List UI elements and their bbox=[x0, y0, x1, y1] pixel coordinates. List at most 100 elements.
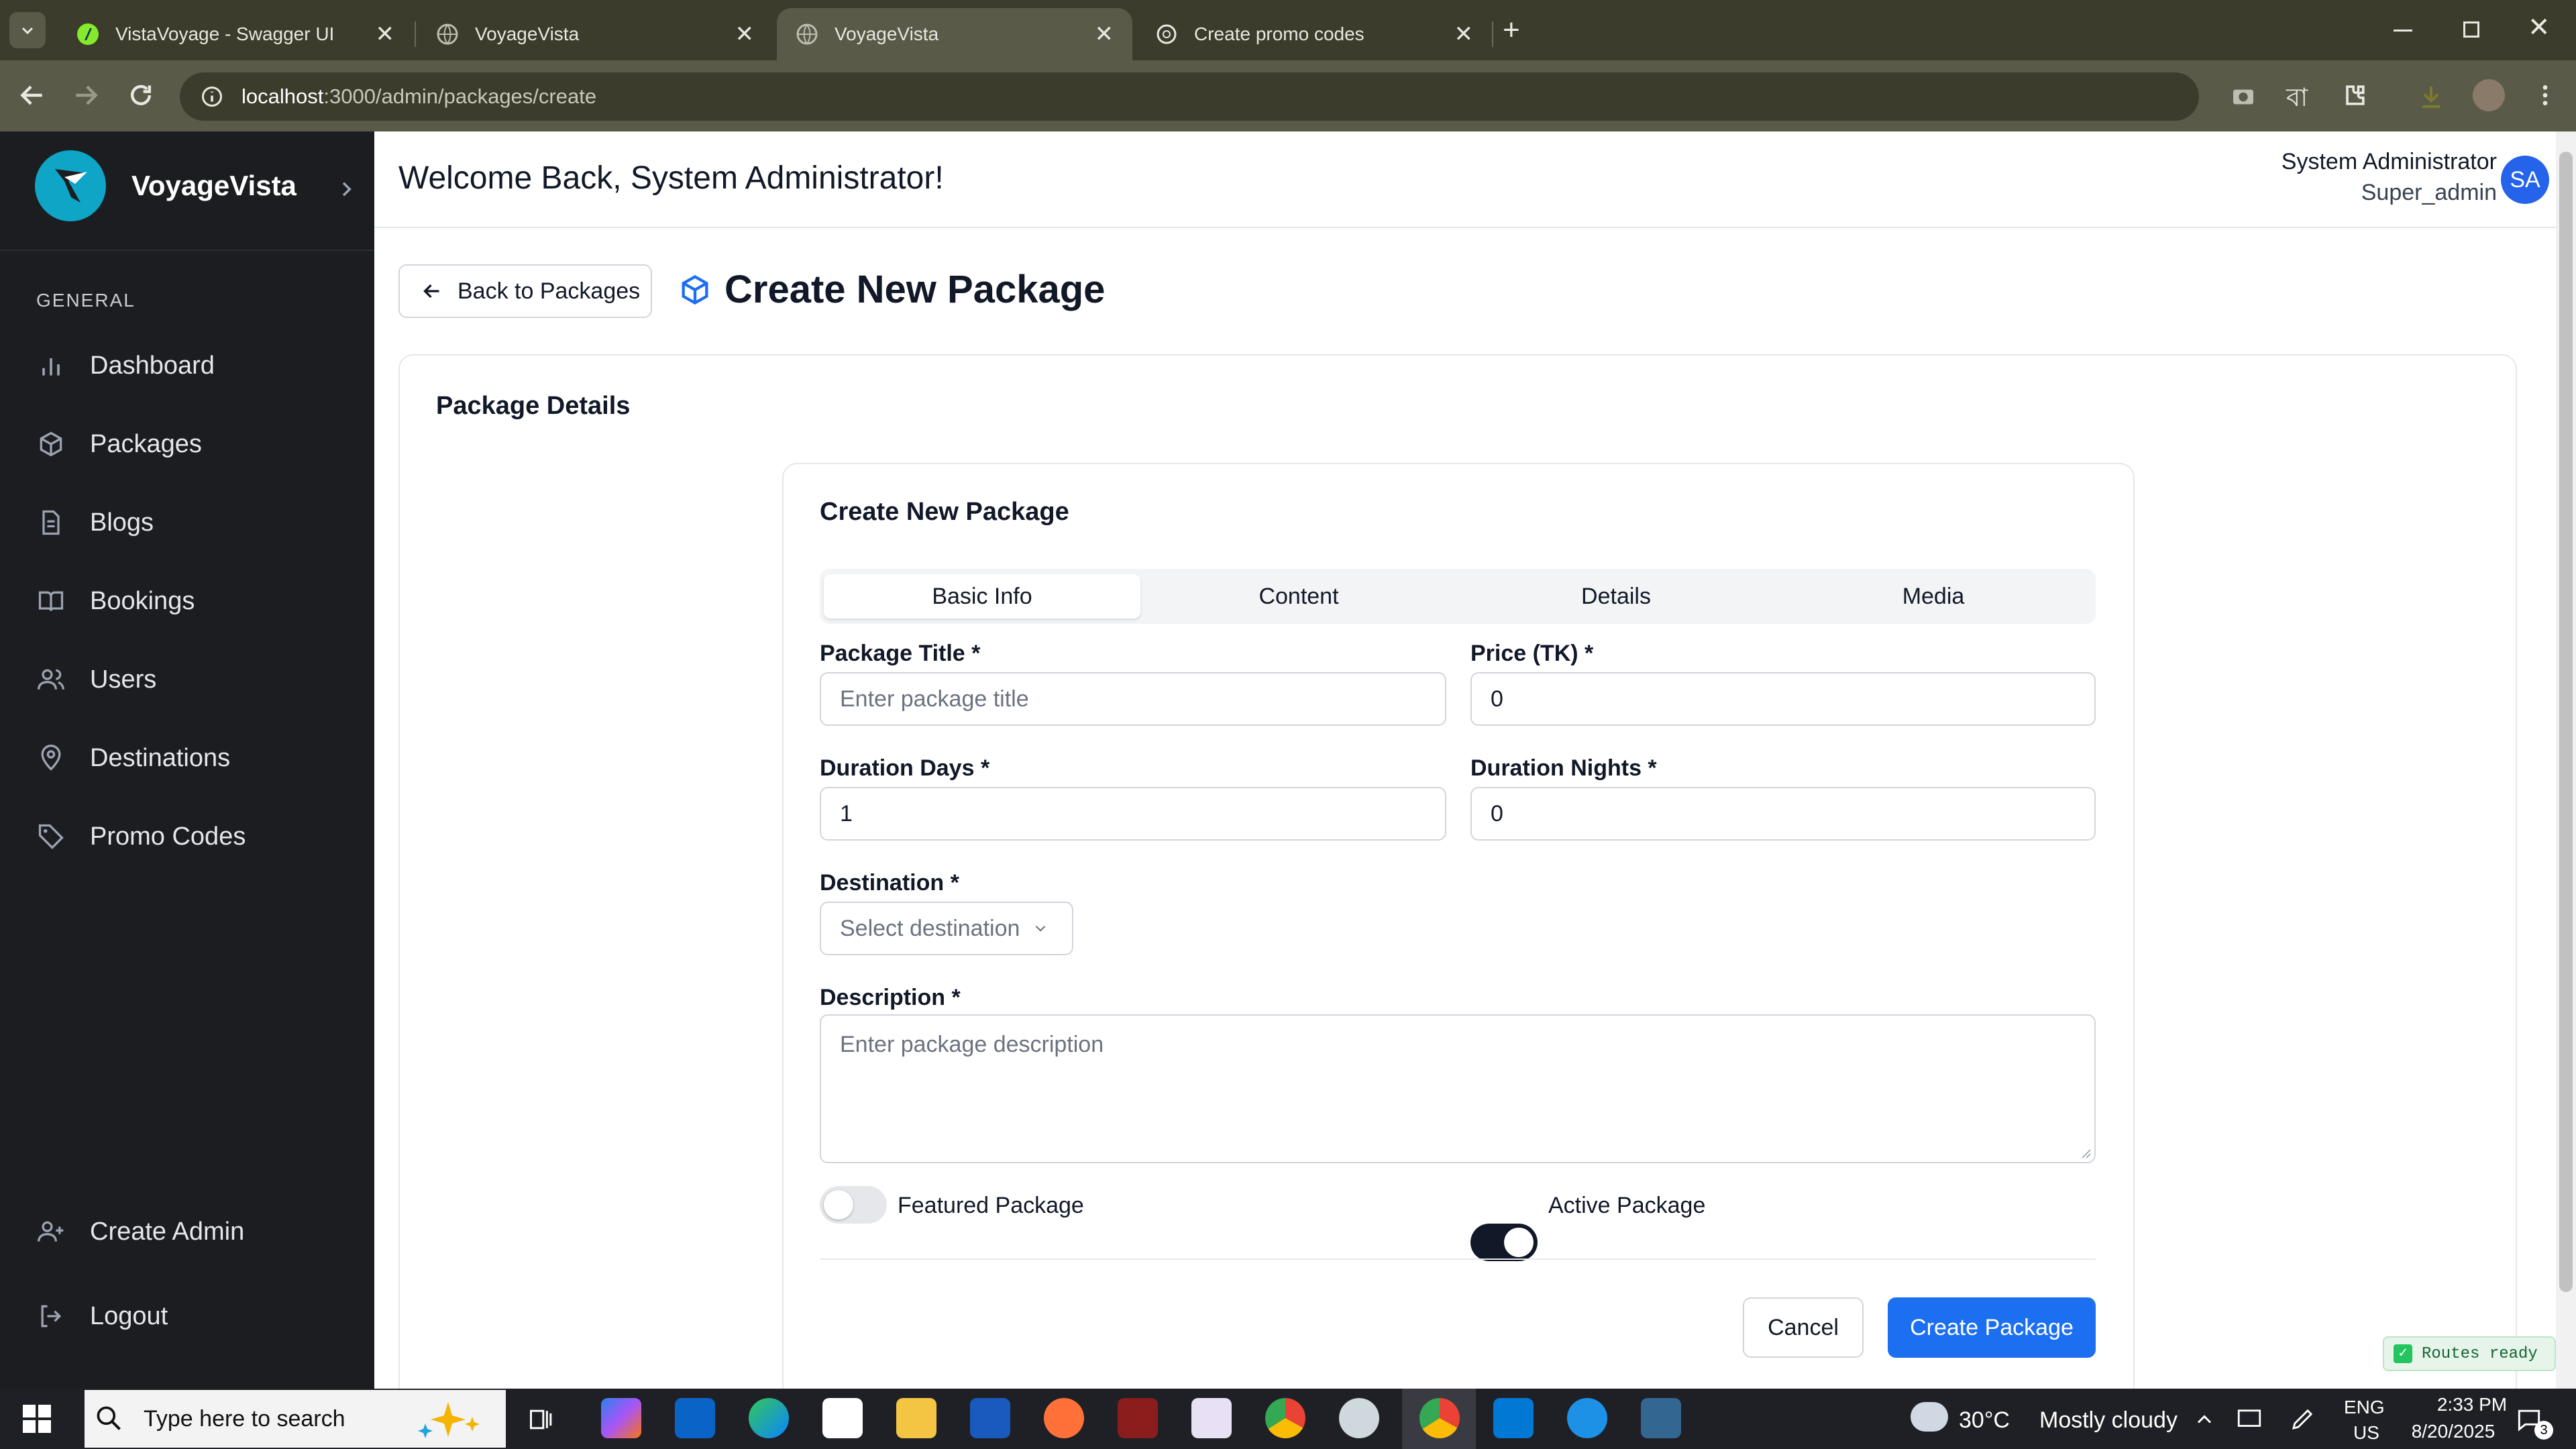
forward-arrow-icon[interactable] bbox=[71, 80, 101, 110]
page-title: Create New Package bbox=[724, 268, 1106, 311]
display-icon[interactable] bbox=[2235, 1405, 2263, 1433]
create-package-button[interactable]: Create Package bbox=[1888, 1297, 2096, 1358]
tab-media[interactable]: Media bbox=[1775, 574, 2092, 619]
routes-ready-label: Routes ready bbox=[2422, 1344, 2538, 1363]
package-title-input[interactable]: Enter package title bbox=[820, 672, 1446, 726]
resize-handle-icon[interactable] bbox=[2080, 1147, 2092, 1159]
tab-details[interactable]: Details bbox=[1458, 574, 1774, 619]
taskbar-search-box[interactable]: Type here to search bbox=[85, 1390, 506, 1448]
duration-nights-input[interactable]: 0 bbox=[1470, 787, 2096, 841]
sidebar-item-logout[interactable]: Logout bbox=[36, 1293, 168, 1340]
duration-days-value: 1 bbox=[840, 800, 853, 826]
weather-temperature[interactable]: 30°C bbox=[1959, 1407, 2010, 1434]
browser-tab[interactable]: VoyageVista ✕ bbox=[417, 8, 773, 60]
tab-search-button[interactable] bbox=[9, 12, 46, 48]
duration-days-input[interactable]: 1 bbox=[820, 787, 1446, 841]
close-tab-icon[interactable]: ✕ bbox=[376, 23, 395, 46]
file-explorer-app-icon[interactable] bbox=[896, 1398, 936, 1438]
address-bar[interactable]: localhost:3000/admin/packages/create bbox=[180, 72, 2199, 121]
ssms-app-icon[interactable] bbox=[1118, 1398, 1158, 1438]
word-app-icon[interactable] bbox=[970, 1398, 1010, 1438]
extensions-icon[interactable] bbox=[2340, 80, 2369, 110]
windows-start-icon[interactable] bbox=[23, 1405, 51, 1433]
user-name: System Administrator bbox=[2281, 149, 2497, 174]
copilot-sparkle-icon bbox=[418, 1402, 480, 1438]
postgresql-app-icon[interactable] bbox=[1641, 1398, 1681, 1438]
sidebar: VoyageVista GENERAL Dashboard Packages B… bbox=[0, 131, 374, 1389]
sidebar-item-dashboard[interactable]: Dashboard bbox=[36, 342, 215, 389]
store-app-icon[interactable] bbox=[822, 1398, 863, 1438]
browser-tab[interactable]: VistaVoyage - Swagger UI ✕ bbox=[58, 8, 413, 60]
site-info-icon[interactable] bbox=[200, 85, 224, 109]
kebab-menu-icon[interactable] bbox=[2532, 82, 2559, 109]
featured-package-toggle[interactable] bbox=[820, 1186, 887, 1224]
camera-icon[interactable] bbox=[2230, 82, 2257, 109]
task-view-icon[interactable] bbox=[527, 1405, 557, 1434]
weather-description[interactable]: Mostly cloudy bbox=[2039, 1407, 2178, 1434]
minimize-icon[interactable] bbox=[2394, 30, 2412, 32]
browser-tab-active[interactable]: VoyageVista ✕ bbox=[777, 8, 1132, 60]
sidebar-item-label: Promo Codes bbox=[90, 822, 246, 851]
price-value: 0 bbox=[1491, 686, 1503, 712]
brand-logo-icon bbox=[35, 150, 106, 221]
package-title-placeholder: Enter package title bbox=[840, 686, 1029, 712]
profile-avatar-icon[interactable] bbox=[2473, 79, 2505, 111]
destination-select[interactable]: Select destination bbox=[820, 902, 1073, 955]
cancel-button[interactable]: Cancel bbox=[1743, 1297, 1864, 1358]
vscode-app-icon[interactable] bbox=[1493, 1398, 1534, 1438]
docker-app-icon[interactable] bbox=[1567, 1398, 1607, 1438]
reload-icon[interactable] bbox=[126, 80, 156, 110]
sidebar-item-label: Destinations bbox=[90, 743, 231, 772]
chevron-up-icon[interactable] bbox=[2192, 1407, 2216, 1432]
tab-basic-info[interactable]: Basic Info bbox=[824, 574, 1140, 619]
price-label: Price (TK) * bbox=[1470, 641, 1594, 666]
close-tab-icon[interactable]: ✕ bbox=[1095, 23, 1114, 46]
new-tab-button[interactable]: + bbox=[1503, 13, 1520, 47]
outlook-app-icon[interactable] bbox=[675, 1398, 715, 1438]
close-tab-icon[interactable]: ✕ bbox=[735, 23, 755, 46]
sidebar-item-create-admin[interactable]: Create Admin bbox=[36, 1208, 244, 1255]
close-tab-icon[interactable]: ✕ bbox=[1454, 23, 1474, 46]
pen-icon[interactable] bbox=[2289, 1405, 2317, 1433]
close-icon[interactable]: ✕ bbox=[2528, 12, 2551, 43]
chevron-right-icon[interactable] bbox=[335, 178, 357, 200]
chrome-active-app-icon[interactable] bbox=[1419, 1398, 1460, 1438]
sidebar-item-users[interactable]: Users bbox=[36, 656, 156, 703]
price-input[interactable]: 0 bbox=[1470, 672, 2096, 726]
sidebar-item-blogs[interactable]: Blogs bbox=[36, 499, 154, 546]
description-textarea[interactable]: Enter package description bbox=[820, 1014, 2096, 1163]
notepad-app-icon[interactable] bbox=[1191, 1398, 1232, 1438]
sidebar-item-destinations[interactable]: Destinations bbox=[36, 735, 230, 782]
tab-title: VistaVoyage - Swagger UI bbox=[115, 23, 335, 44]
sidebar-item-packages[interactable]: Packages bbox=[36, 421, 202, 468]
download-icon[interactable] bbox=[2418, 83, 2445, 110]
sidebar-item-label: Logout bbox=[90, 1301, 168, 1330]
brand[interactable]: VoyageVista bbox=[35, 150, 297, 221]
language-region[interactable]: US bbox=[2353, 1422, 2379, 1444]
duration-nights-value: 0 bbox=[1491, 800, 1503, 826]
postman-app-icon[interactable] bbox=[1339, 1398, 1379, 1438]
taskbar-date[interactable]: 8/20/2025 bbox=[2396, 1421, 2510, 1442]
bangla-keyboard-icon[interactable]: বা bbox=[2286, 78, 2308, 121]
active-package-toggle[interactable] bbox=[1470, 1224, 1538, 1261]
scrollbar-thumb[interactable] bbox=[2559, 152, 2573, 1292]
tab-content[interactable]: Content bbox=[1140, 574, 1457, 619]
taskbar-time[interactable]: 2:33 PM bbox=[2422, 1394, 2522, 1415]
edge-app-icon[interactable] bbox=[749, 1398, 789, 1438]
restore-icon[interactable] bbox=[2463, 21, 2479, 38]
copilot-app-icon[interactable] bbox=[601, 1398, 641, 1438]
back-arrow-icon[interactable] bbox=[17, 80, 47, 110]
chrome-app-icon[interactable] bbox=[1265, 1398, 1305, 1438]
check-icon: ✓ bbox=[2394, 1344, 2412, 1363]
language-indicator[interactable]: ENG bbox=[2344, 1397, 2385, 1418]
tab-title: Create promo codes bbox=[1194, 23, 1364, 44]
avatar[interactable]: SA bbox=[2501, 156, 2549, 204]
back-to-packages-button[interactable]: Back to Packages bbox=[398, 264, 652, 318]
sidebar-item-promo-codes[interactable]: Promo Codes bbox=[36, 813, 246, 860]
sidebar-section-heading: GENERAL bbox=[36, 290, 136, 311]
browser-tab[interactable]: Create promo codes ✕ bbox=[1136, 8, 1492, 60]
welcome-message: Welcome Back, System Administrator! bbox=[398, 160, 944, 196]
firefox-app-icon[interactable] bbox=[1044, 1398, 1084, 1438]
weather-cloud-icon[interactable] bbox=[1911, 1402, 1948, 1432]
sidebar-item-bookings[interactable]: Bookings bbox=[36, 578, 195, 625]
